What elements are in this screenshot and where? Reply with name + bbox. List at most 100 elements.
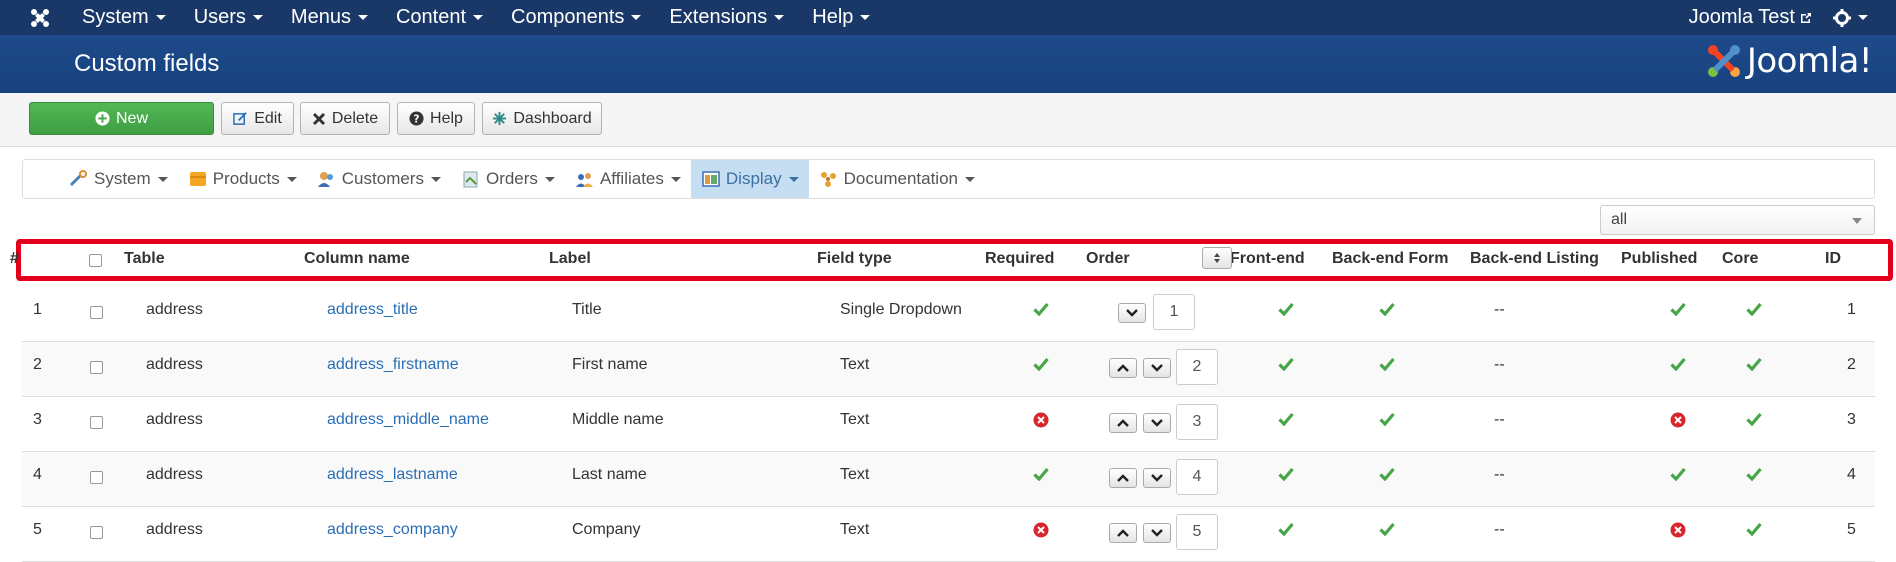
column-name-link[interactable]: address_lastname — [327, 466, 458, 484]
published-toggle[interactable] — [1670, 302, 1686, 321]
order-input[interactable]: 3 — [1176, 404, 1218, 440]
top-menu-users[interactable]: Users — [180, 6, 277, 29]
row-checkbox[interactable] — [90, 471, 103, 484]
top-menu-label: Users — [193, 6, 246, 28]
row-checkbox[interactable] — [90, 416, 103, 429]
top-menu-content[interactable]: Content — [382, 6, 497, 29]
move-up-button[interactable] — [1109, 523, 1137, 543]
field-label: Last name — [572, 466, 647, 483]
select-all-checkbox[interactable] — [89, 254, 102, 267]
system-icon — [69, 170, 89, 188]
new-button[interactable]: New — [29, 102, 214, 135]
published-toggle[interactable] — [1670, 522, 1686, 543]
top-menu-extensions[interactable]: Extensions — [655, 6, 798, 29]
help-button[interactable]: ? Help — [397, 102, 475, 135]
front-end-toggle[interactable] — [1278, 357, 1294, 376]
table-row: 2 address address_firstname First name Text 2… — [22, 342, 1875, 397]
check-icon — [1278, 357, 1294, 372]
settings-menu[interactable] — [1833, 8, 1868, 27]
dashboard-button-label: Dashboard — [513, 109, 592, 127]
arrow-down-icon — [1151, 364, 1163, 372]
top-menu-components[interactable]: Components — [497, 6, 655, 29]
move-down-button[interactable] — [1118, 303, 1146, 323]
top-menu-system[interactable]: System — [68, 6, 180, 29]
required-toggle[interactable] — [1033, 412, 1049, 433]
move-up-button[interactable] — [1109, 413, 1137, 433]
column-header-id: ID — [1825, 250, 1841, 267]
front-end-toggle[interactable] — [1278, 522, 1294, 541]
front-end-toggle[interactable] — [1278, 412, 1294, 431]
back-end-form-toggle[interactable] — [1379, 412, 1395, 431]
submenu-affiliates[interactable]: Affiliates — [565, 160, 691, 198]
row-checkbox[interactable] — [90, 526, 103, 539]
site-link[interactable]: Joomla Test — [1689, 6, 1813, 29]
submenu-documentation[interactable]: Documentation — [809, 160, 985, 198]
back-end-form-toggle[interactable] — [1379, 302, 1395, 321]
caret-down-icon — [357, 15, 368, 20]
field-id: 2 — [1847, 356, 1856, 373]
front-end-toggle[interactable] — [1278, 302, 1294, 321]
caret-down-icon — [774, 15, 785, 20]
joomla-logo-icon[interactable] — [20, 0, 60, 35]
submenu-orders[interactable]: Orders — [451, 160, 565, 198]
move-down-button[interactable] — [1143, 413, 1171, 433]
move-down-button[interactable] — [1143, 468, 1171, 488]
column-header-number: # — [10, 250, 19, 267]
submenu-products[interactable]: Products — [178, 160, 307, 198]
plus-circle-icon — [95, 111, 110, 126]
filter-select[interactable]: all — [1600, 205, 1875, 235]
submenu-customers[interactable]: Customers — [307, 160, 451, 198]
edit-button[interactable]: Edit — [221, 102, 294, 135]
cross-circle-icon — [1033, 412, 1049, 428]
back-end-form-toggle[interactable] — [1379, 467, 1395, 486]
caret-down-icon — [670, 176, 681, 182]
back-end-form-toggle[interactable] — [1379, 357, 1395, 376]
row-checkbox[interactable] — [90, 361, 103, 374]
order-input[interactable]: 1 — [1153, 294, 1195, 330]
move-up-button[interactable] — [1109, 358, 1137, 378]
top-menu-help[interactable]: Help — [798, 6, 884, 29]
move-down-button[interactable] — [1143, 358, 1171, 378]
row-checkbox[interactable] — [90, 306, 103, 319]
column-name-link[interactable]: address_title — [327, 301, 418, 319]
submenu-display[interactable]: Display — [690, 160, 809, 198]
required-toggle[interactable] — [1033, 302, 1049, 321]
required-toggle[interactable] — [1033, 357, 1049, 376]
order-input[interactable]: 2 — [1176, 349, 1218, 385]
check-icon — [1670, 302, 1686, 317]
required-toggle[interactable] — [1033, 522, 1049, 543]
field-type: Text — [840, 521, 870, 538]
top-menu-menus[interactable]: Menus — [277, 6, 382, 29]
published-toggle[interactable] — [1670, 467, 1686, 486]
move-down-button[interactable] — [1143, 523, 1171, 543]
submenu-system[interactable]: System — [59, 160, 178, 198]
required-toggle[interactable] — [1033, 467, 1049, 486]
core-indicator[interactable] — [1746, 467, 1762, 486]
column-name-link[interactable]: address_middle_name — [327, 411, 489, 429]
cross-circle-icon — [1670, 412, 1686, 428]
core-indicator[interactable] — [1746, 412, 1762, 431]
arrow-up-icon — [1117, 364, 1129, 372]
order-sort-button[interactable] — [1202, 247, 1232, 269]
check-icon — [1746, 412, 1762, 427]
published-toggle[interactable] — [1670, 412, 1686, 433]
core-indicator[interactable] — [1746, 357, 1762, 376]
order-input[interactable]: 4 — [1176, 459, 1218, 495]
front-end-toggle[interactable] — [1278, 467, 1294, 486]
column-name-link[interactable]: address_firstname — [327, 356, 459, 374]
published-toggle[interactable] — [1670, 357, 1686, 376]
back-end-form-toggle[interactable] — [1379, 522, 1395, 541]
top-menu-label: Components — [511, 6, 625, 28]
submenu-label: Documentation — [843, 169, 958, 188]
chevron-down-icon — [1852, 218, 1862, 224]
core-indicator[interactable] — [1746, 522, 1762, 541]
move-up-button[interactable] — [1109, 468, 1137, 488]
core-indicator[interactable] — [1746, 302, 1762, 321]
delete-button[interactable]: Delete — [300, 102, 390, 135]
dashboard-button[interactable]: Dashboard — [482, 102, 602, 135]
component-submenu: System Products Customers Orders Affiliates D… — [22, 159, 1875, 199]
check-icon — [1379, 522, 1395, 537]
field-id: 4 — [1847, 466, 1856, 483]
column-name-link[interactable]: address_company — [327, 521, 458, 539]
order-input[interactable]: 5 — [1176, 514, 1218, 550]
